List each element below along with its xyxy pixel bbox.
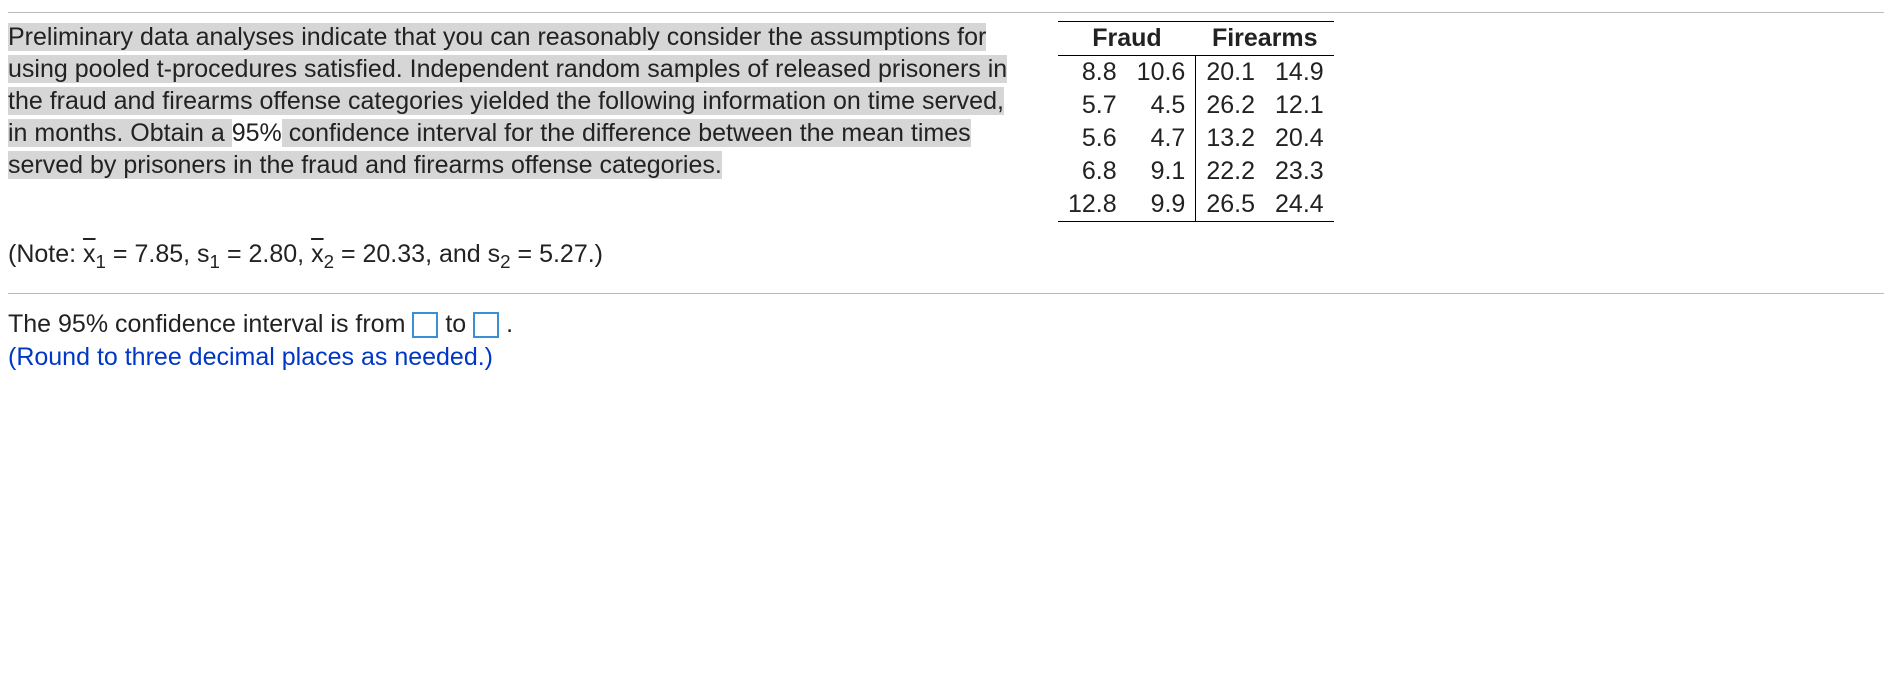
cell: 20.4 xyxy=(1265,122,1334,155)
eq: = xyxy=(113,240,135,268)
table-row: 8.8 10.6 20.1 14.9 xyxy=(1058,56,1334,90)
cell: 12.8 xyxy=(1058,188,1127,222)
sep: , xyxy=(297,240,311,268)
cell: 26.5 xyxy=(1196,188,1265,222)
xbar2-symbol: x xyxy=(311,240,324,268)
eq: = xyxy=(227,240,249,268)
cell: 22.2 xyxy=(1196,155,1265,188)
sep: , xyxy=(183,240,197,268)
cell: 4.7 xyxy=(1127,122,1196,155)
sep-and: , and xyxy=(425,240,488,268)
xbar2-value: 20.33 xyxy=(363,240,426,268)
cell: 23.3 xyxy=(1265,155,1334,188)
s2-sub: 2 xyxy=(500,251,510,272)
cell: 24.4 xyxy=(1265,188,1334,222)
ci-lower-input[interactable] xyxy=(412,312,438,338)
xbar2-sub: 2 xyxy=(324,251,334,272)
xbar1-value: 7.85 xyxy=(134,240,183,268)
table-header-fraud: Fraud xyxy=(1058,22,1196,56)
question-paragraph: Preliminary data analyses indicate that … xyxy=(8,21,1008,181)
s2-symbol: s xyxy=(488,240,501,268)
rounding-hint: (Round to three decimal places as needed… xyxy=(8,341,1884,372)
answer-prefix: The 95% confidence interval is from xyxy=(8,310,412,338)
section-divider xyxy=(8,293,1884,294)
answer-suffix: . xyxy=(506,310,513,338)
xbar1-symbol: x xyxy=(83,240,96,268)
s1-symbol: s xyxy=(197,240,210,268)
cell: 14.9 xyxy=(1265,56,1334,90)
eq: = xyxy=(518,240,540,268)
note-prefix: (Note: xyxy=(8,240,83,268)
table-row: 6.8 9.1 22.2 23.3 xyxy=(1058,155,1334,188)
cell: 8.8 xyxy=(1058,56,1127,90)
answer-line: The 95% confidence interval is from to . xyxy=(8,306,1884,341)
cell: 10.6 xyxy=(1127,56,1196,90)
question-text-nohl: 95% xyxy=(232,119,282,147)
ci-upper-input[interactable] xyxy=(473,312,499,338)
cell: 12.1 xyxy=(1265,89,1334,122)
s2-value: 5.27 xyxy=(539,240,588,268)
answer-mid: to xyxy=(445,310,473,338)
cell: 20.1 xyxy=(1196,56,1265,90)
cell: 9.9 xyxy=(1127,188,1196,222)
data-table: Fraud Firearms 8.8 10.6 20.1 14.9 5.7 4.… xyxy=(1058,21,1398,222)
eq: = xyxy=(341,240,363,268)
table-row: 5.6 4.7 13.2 20.4 xyxy=(1058,122,1334,155)
cell: 6.8 xyxy=(1058,155,1127,188)
cell: 26.2 xyxy=(1196,89,1265,122)
note-suffix: .) xyxy=(588,240,603,268)
s1-value: 2.80 xyxy=(248,240,297,268)
cell: 5.6 xyxy=(1058,122,1127,155)
statistics-note: (Note: x1 = 7.85, s1 = 2.80, x2 = 20.33,… xyxy=(8,230,1884,289)
cell: 4.5 xyxy=(1127,89,1196,122)
s1-sub: 1 xyxy=(210,251,220,272)
xbar1-sub: 1 xyxy=(96,251,106,272)
cell: 13.2 xyxy=(1196,122,1265,155)
table-row: 12.8 9.9 26.5 24.4 xyxy=(1058,188,1334,222)
question-area: Preliminary data analyses indicate that … xyxy=(8,13,1884,230)
cell: 9.1 xyxy=(1127,155,1196,188)
cell: 5.7 xyxy=(1058,89,1127,122)
table-row: 5.7 4.5 26.2 12.1 xyxy=(1058,89,1334,122)
table-header-firearms: Firearms xyxy=(1196,22,1334,56)
